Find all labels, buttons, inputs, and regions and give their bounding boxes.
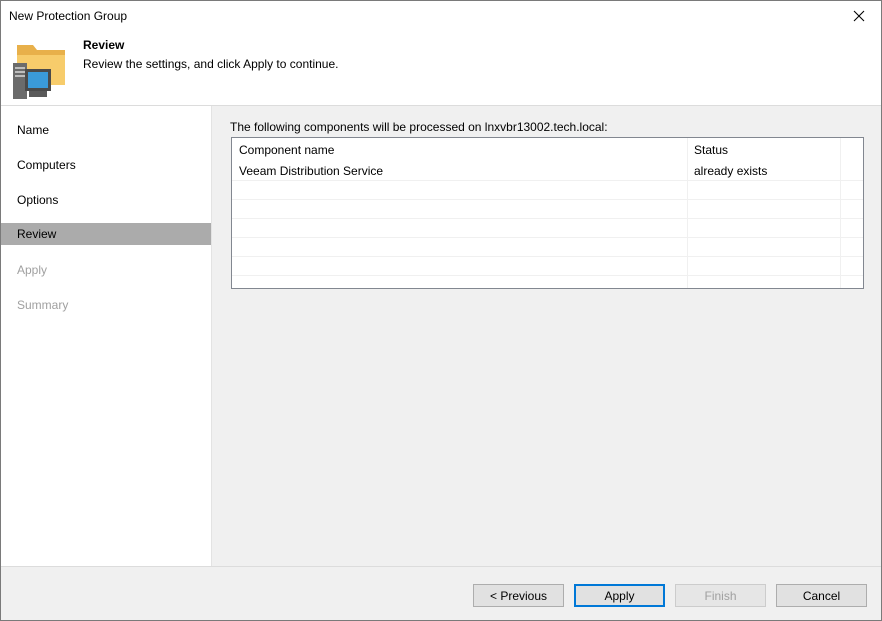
step-computers[interactable]: Computers: [1, 154, 211, 176]
title-bar: New Protection Group: [1, 1, 881, 31]
step-name[interactable]: Name: [1, 119, 211, 141]
window-title: New Protection Group: [9, 9, 128, 23]
close-icon: [853, 10, 865, 22]
empty-row: [232, 238, 863, 257]
empty-row: [232, 200, 863, 219]
wizard-window: New Protection Group Review Review the s…: [0, 0, 882, 621]
table-row[interactable]: Veeam Distribution Service already exist…: [232, 162, 863, 181]
empty-row: [232, 257, 863, 276]
finish-button: Finish: [675, 584, 766, 607]
apply-button[interactable]: Apply: [574, 584, 665, 607]
empty-row: [232, 181, 863, 200]
close-button[interactable]: [837, 1, 881, 31]
step-apply: Apply: [17, 263, 48, 277]
protection-group-icon: [13, 45, 65, 99]
step-summary: Summary: [17, 298, 69, 312]
step-options[interactable]: Options: [1, 189, 211, 211]
column-header-component-name[interactable]: Component name: [232, 138, 687, 161]
review-panel: The following components will be process…: [212, 106, 881, 566]
empty-row: [232, 219, 863, 238]
components-table[interactable]: Component name Status Veeam Distribution…: [231, 137, 864, 289]
components-label: The following components will be process…: [230, 120, 608, 134]
wizard-steps: Name Computers Options Review Apply Summ…: [1, 106, 212, 566]
cell-status: already exists: [694, 164, 768, 178]
previous-button[interactable]: < Previous: [473, 584, 564, 607]
wizard-header: Review Review the settings, and click Ap…: [1, 31, 881, 106]
cell-component-name: Veeam Distribution Service: [239, 164, 384, 178]
wizard-footer: < Previous Apply Finish Cancel: [1, 566, 881, 620]
step-review[interactable]: Review: [1, 223, 211, 245]
table-header: Component name Status: [232, 138, 863, 161]
page-title: Review: [83, 38, 125, 52]
column-header-status[interactable]: Status: [687, 138, 840, 161]
cancel-button[interactable]: Cancel: [776, 584, 867, 607]
page-subtitle: Review the settings, and click Apply to …: [83, 57, 339, 71]
